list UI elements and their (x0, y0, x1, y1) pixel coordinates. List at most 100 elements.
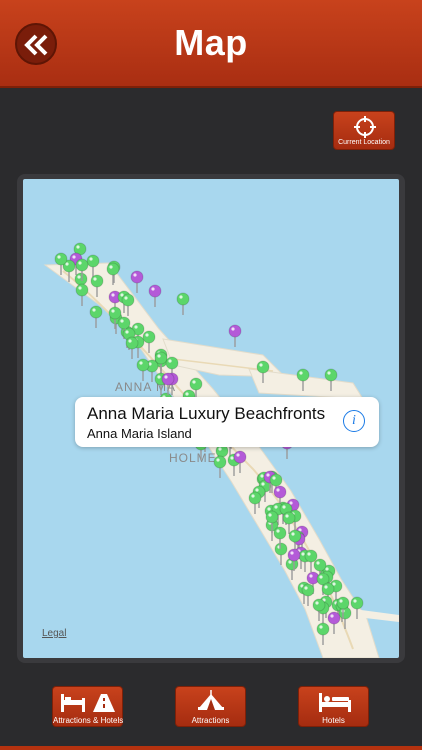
map-pin-highlight (327, 371, 331, 375)
map-pin-highlight (266, 473, 270, 477)
map-pin-highlight (260, 474, 264, 478)
attraction-pin[interactable] (313, 558, 327, 572)
map-pin-highlight (133, 273, 137, 277)
map-pin-highlight (109, 265, 113, 269)
map-pin-highlight (276, 488, 280, 492)
attraction-pin[interactable] (189, 377, 203, 391)
map-pin-highlight (185, 392, 189, 396)
attraction-pin[interactable] (273, 526, 287, 540)
map-pin-highlight (315, 601, 319, 605)
attraction-pin[interactable] (336, 596, 350, 610)
map-pin-highlight (268, 513, 272, 517)
map-pin-highlight (93, 277, 97, 281)
attraction-pin[interactable] (121, 293, 135, 307)
map-pin-highlight (285, 514, 289, 518)
hotel-pin[interactable] (287, 548, 301, 562)
hotel-pin[interactable] (273, 485, 287, 499)
attraction-pin[interactable] (142, 330, 156, 344)
attraction-pin[interactable] (301, 583, 315, 597)
map-pin-highlight (57, 255, 61, 259)
map-pin-highlight (151, 287, 155, 291)
map-pin-highlight (139, 361, 143, 365)
callout-subtitle: Anna Maria Island (87, 426, 192, 441)
map-pin-highlight (128, 339, 132, 343)
map-pin-highlight (192, 380, 196, 384)
attraction-pin[interactable] (117, 316, 131, 330)
current-location-button[interactable]: Current Location (333, 111, 395, 150)
map-pin-highlight (78, 261, 82, 265)
bed-road-icon (61, 694, 115, 712)
attraction-pin[interactable] (108, 306, 122, 320)
map-pin-highlight (251, 494, 255, 498)
tab-attractions[interactable]: Attractions (175, 686, 246, 727)
map-pin-highlight (216, 458, 220, 462)
attraction-pin[interactable] (154, 351, 168, 365)
map-pin-highlight (261, 482, 265, 486)
map-pin-highlight (301, 552, 305, 556)
attraction-pin[interactable] (324, 368, 338, 382)
map-pin-highlight (255, 488, 259, 492)
legal-link[interactable]: Legal (42, 628, 66, 639)
attraction-pin[interactable] (282, 511, 296, 525)
attraction-pin[interactable] (321, 582, 335, 596)
map-pin-highlight (272, 476, 276, 480)
map-pin-highlight (124, 296, 128, 300)
attraction-pin[interactable] (125, 336, 139, 350)
map-pin-highlight (274, 505, 278, 509)
attraction-pin[interactable] (269, 473, 283, 487)
attraction-pin[interactable] (316, 622, 330, 636)
attraction-pin[interactable] (75, 283, 89, 297)
attraction-pin[interactable] (312, 598, 326, 612)
current-location-label: Current Location (338, 139, 390, 146)
attraction-pin[interactable] (304, 549, 318, 563)
attraction-pin[interactable] (265, 510, 279, 524)
callout-title: Anna Maria Luxury Beachfronts (87, 404, 326, 423)
tab-label: Attractions & Hotels (53, 716, 124, 725)
attraction-pin[interactable] (90, 274, 104, 288)
map-pin-highlight (125, 330, 129, 334)
page-title: Map (174, 22, 248, 63)
map-callout[interactable]: Anna Maria Luxury Beachfronts Anna Maria… (75, 397, 379, 447)
hotel-pin[interactable] (130, 270, 144, 284)
attraction-pin[interactable] (165, 356, 179, 370)
attraction-pin[interactable] (74, 272, 88, 286)
map-pin-highlight (304, 586, 308, 590)
map-pin-highlight (291, 532, 295, 536)
hotel-pin[interactable] (161, 372, 175, 386)
hotel-pin[interactable] (228, 324, 242, 338)
map-pin-highlight (134, 325, 138, 329)
map-pin-highlight (236, 453, 240, 457)
map-pin-highlight (309, 574, 313, 578)
attraction-pin[interactable] (86, 254, 100, 268)
tab-attractions-hotels[interactable]: Attractions & Hotels (52, 686, 123, 727)
attraction-pin[interactable] (248, 491, 262, 505)
attraction-pin[interactable] (288, 529, 302, 543)
attraction-pin[interactable] (296, 368, 310, 382)
attraction-pin[interactable] (89, 305, 103, 319)
hotel-pin[interactable] (327, 611, 341, 625)
attraction-pin[interactable] (274, 542, 288, 556)
map-pin-highlight (120, 319, 124, 323)
tab-hotels[interactable]: Hotels (298, 686, 369, 727)
bottom-accent-rule (0, 746, 422, 750)
attraction-pin[interactable] (176, 292, 190, 306)
map-pin-highlight (72, 255, 76, 259)
attraction-pin[interactable] (350, 596, 364, 610)
hotel-pin[interactable] (233, 450, 247, 464)
hotel-pin[interactable] (148, 284, 162, 298)
map-pin-highlight (267, 507, 271, 511)
map-pin-highlight (76, 245, 80, 249)
map-pin-highlight (316, 561, 320, 565)
map-pin-highlight (259, 363, 263, 367)
info-icon[interactable]: i (343, 410, 365, 432)
map-pin-highlight (231, 327, 235, 331)
attraction-pin[interactable] (106, 262, 120, 276)
attraction-pin[interactable] (213, 455, 227, 469)
attraction-pin[interactable] (75, 258, 89, 272)
map-pin-highlight (111, 293, 115, 297)
map-pin-highlight (78, 286, 82, 290)
attraction-pin[interactable] (136, 358, 150, 372)
attraction-pin[interactable] (54, 252, 68, 266)
attraction-pin[interactable] (256, 360, 270, 374)
map-pin-highlight (325, 567, 329, 571)
